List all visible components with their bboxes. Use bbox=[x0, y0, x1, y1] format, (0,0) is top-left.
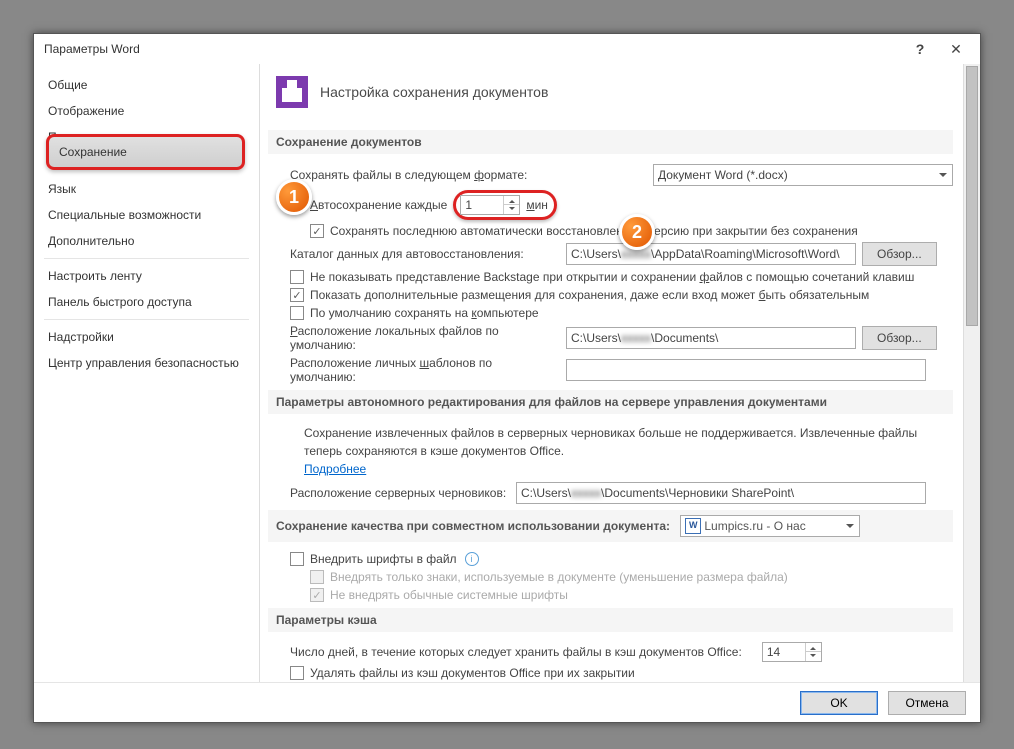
autorecover-path-input[interactable]: C:\Users\xxxxx\AppData\Roaming\Microsoft… bbox=[566, 243, 856, 265]
nav-save[interactable]: Сохранение bbox=[46, 134, 245, 170]
embed-sys-label: Не внедрять обычные системные шрифты bbox=[330, 588, 568, 602]
annotation-callout-2: 2 bbox=[619, 214, 655, 250]
nav-addins[interactable]: Надстройки bbox=[34, 324, 259, 350]
keep-last-checkbox[interactable] bbox=[310, 224, 324, 238]
autosave-interval-spinner[interactable]: 1 bbox=[460, 195, 520, 215]
word-doc-icon bbox=[685, 518, 701, 534]
nav-accessibility[interactable]: Специальные возможности bbox=[34, 202, 259, 228]
embed-used-label: Внедрять только знаки, используемые в до… bbox=[330, 570, 788, 584]
embed-used-checkbox bbox=[310, 570, 324, 584]
nav-trust-center[interactable]: Центр управления безопасностью bbox=[34, 350, 259, 376]
show-additional-label: Показать дополнительные размещения для с… bbox=[310, 288, 869, 302]
autosave-highlight: 1 мин bbox=[453, 190, 557, 220]
embed-sys-checkbox bbox=[310, 588, 324, 602]
section-quality: Сохранение качества при совместном испол… bbox=[268, 510, 953, 542]
cache-delete-checkbox[interactable] bbox=[290, 666, 304, 680]
annotation-callout-1: 1 bbox=[276, 179, 312, 215]
default-pc-label: По умолчанию сохранять на компьютере bbox=[310, 306, 539, 320]
content-pane: Настройка сохранения документов Сохранен… bbox=[260, 64, 980, 682]
autosave-value: 1 bbox=[461, 198, 503, 212]
cache-spin-up[interactable] bbox=[805, 643, 821, 652]
format-label: Сохранять файлы в следующем формате: bbox=[290, 168, 527, 182]
nav-general[interactable]: Общие bbox=[34, 72, 259, 98]
window-title: Параметры Word bbox=[44, 42, 140, 56]
autosave-unit: мин bbox=[526, 198, 548, 212]
section-save-docs: Сохранение документов bbox=[268, 130, 953, 154]
template-loc-label: Расположение личных шаблонов по умолчани… bbox=[290, 356, 560, 384]
nav-customize-ribbon[interactable]: Настроить ленту bbox=[34, 263, 259, 289]
show-additional-checkbox[interactable] bbox=[290, 288, 304, 302]
browse-autorecover-button[interactable]: Обзор... bbox=[862, 242, 937, 266]
cache-spin-down[interactable] bbox=[805, 652, 821, 661]
cache-days-spinner[interactable]: 14 bbox=[762, 642, 822, 662]
template-loc-input[interactable] bbox=[566, 359, 926, 381]
save-icon bbox=[276, 76, 308, 108]
options-dialog: Параметры Word ? ✕ Общие Отображение Пра… bbox=[33, 33, 981, 723]
autorecover-path-label: Каталог данных для автовосстановления: bbox=[290, 247, 560, 261]
keep-last-label: Сохранять последнюю автоматически восста… bbox=[330, 224, 858, 238]
drafts-input[interactable]: C:\Users\xxxxx\Documents\Черновики Share… bbox=[516, 482, 926, 504]
local-loc-label: Расположение локальных файлов по умолчан… bbox=[290, 324, 560, 352]
format-combo[interactable]: Документ Word (*.docx) bbox=[653, 164, 953, 186]
quality-doc-combo[interactable]: Lumpics.ru - О нас bbox=[680, 515, 860, 537]
scroll-thumb[interactable] bbox=[966, 66, 978, 326]
no-backstage-checkbox[interactable] bbox=[290, 270, 304, 284]
nav-language[interactable]: Язык bbox=[34, 176, 259, 202]
autosave-label: Автосохранение каждые bbox=[310, 198, 447, 212]
dialog-footer: OK Отмена bbox=[34, 682, 980, 722]
no-backstage-label: Не показывать представление Backstage пр… bbox=[310, 270, 914, 284]
close-button[interactable]: ✕ bbox=[938, 36, 974, 62]
default-pc-checkbox[interactable] bbox=[290, 306, 304, 320]
section-cache: Параметры кэша bbox=[268, 608, 953, 632]
page-header: Настройка сохранения документов bbox=[320, 84, 548, 100]
section-quality-label: Сохранение качества при совместном испол… bbox=[276, 519, 670, 533]
offline-more-link[interactable]: Подробнее bbox=[304, 462, 366, 476]
offline-note: Сохранение извлеченных файлов в серверны… bbox=[304, 426, 917, 458]
help-button[interactable]: ? bbox=[902, 36, 938, 62]
cache-delete-label: Удалять файлы из кэш документов Office п… bbox=[310, 666, 635, 680]
local-loc-input[interactable]: C:\Users\xxxxx\Documents\ bbox=[566, 327, 856, 349]
titlebar: Параметры Word ? ✕ bbox=[34, 34, 980, 64]
embed-fonts-checkbox[interactable] bbox=[290, 552, 304, 566]
nav-display[interactable]: Отображение bbox=[34, 98, 259, 124]
embed-fonts-label: Внедрить шрифты в файл bbox=[310, 552, 457, 566]
section-offline: Параметры автономного редактирования для… bbox=[268, 390, 953, 414]
spin-up[interactable] bbox=[503, 196, 519, 205]
ok-button[interactable]: OK bbox=[800, 691, 878, 715]
nav-advanced[interactable]: Дополнительно bbox=[34, 228, 259, 254]
cache-days-label: Число дней, в течение которых следует хр… bbox=[290, 645, 742, 659]
cancel-button[interactable]: Отмена bbox=[888, 691, 966, 715]
drafts-label: Расположение серверных черновиков: bbox=[290, 486, 510, 500]
scrollbar[interactable] bbox=[963, 64, 980, 682]
browse-local-button[interactable]: Обзор... bbox=[862, 326, 937, 350]
spin-down[interactable] bbox=[503, 205, 519, 214]
nav-quick-access[interactable]: Панель быстрого доступа bbox=[34, 289, 259, 315]
cache-days-value: 14 bbox=[763, 645, 805, 659]
info-icon[interactable]: i bbox=[465, 552, 479, 566]
category-sidebar: Общие Отображение Правописание Сохранени… bbox=[34, 64, 260, 682]
